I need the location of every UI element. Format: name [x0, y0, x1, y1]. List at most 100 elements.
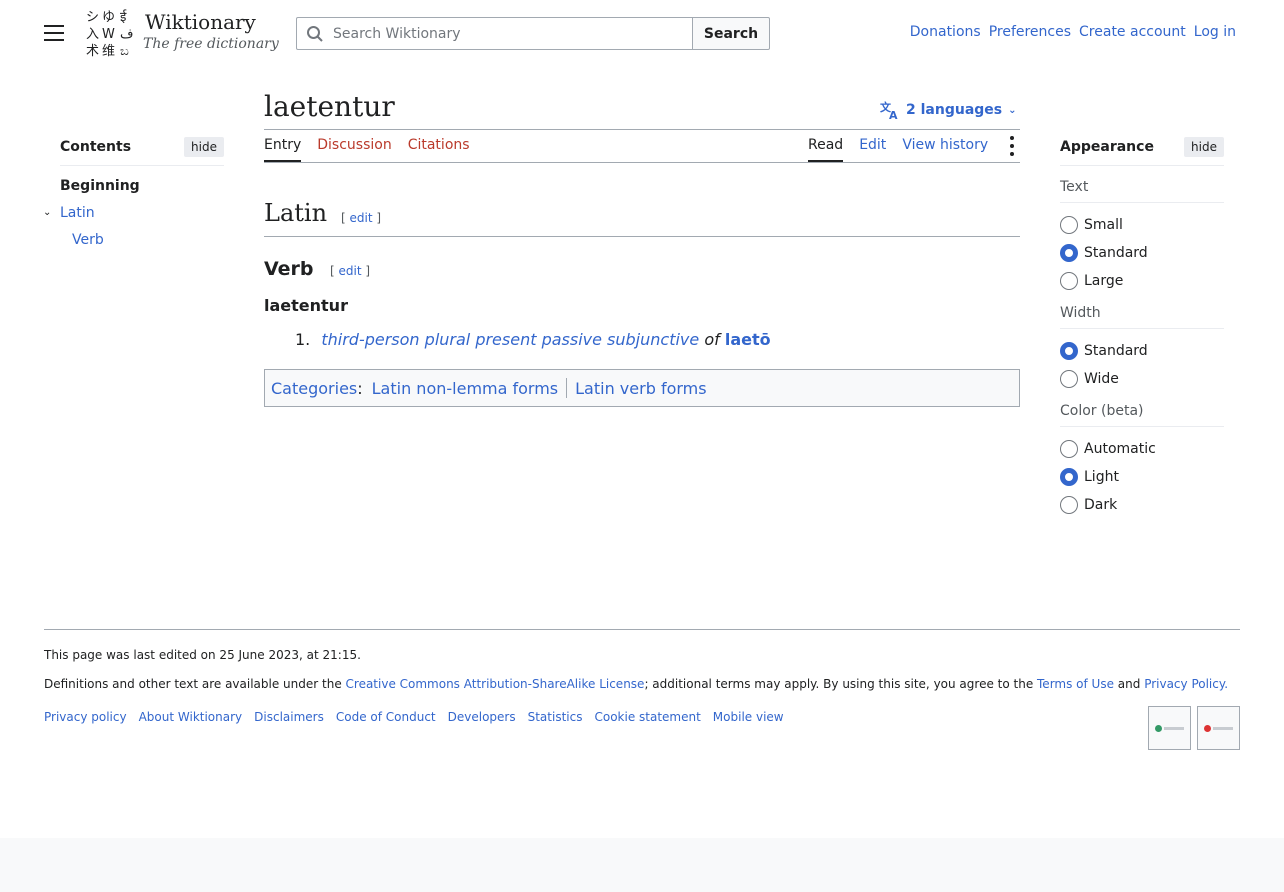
radio-button[interactable]	[1060, 370, 1078, 388]
radio-label: Light	[1084, 469, 1119, 485]
toc-item-label: Latin	[60, 205, 95, 221]
category-separator	[566, 378, 568, 398]
category-link[interactable]: Latin verb forms	[575, 379, 706, 398]
svg-text:ゆ: ゆ	[102, 10, 115, 25]
definition-item: 1. third-person plural present passive s…	[295, 330, 771, 349]
footer-link-privacy-policy[interactable]: Privacy policy	[44, 710, 127, 724]
privacy-policy-inline-link[interactable]: Privacy Policy.	[1144, 677, 1228, 691]
site-name[interactable]: Wiktionary	[145, 10, 256, 34]
lemma-link[interactable]: laetō	[725, 330, 771, 349]
search-box[interactable]	[296, 17, 693, 50]
radio-button[interactable]	[1060, 272, 1078, 290]
radio-color-light[interactable]: Light	[1060, 463, 1224, 491]
donations-link[interactable]: Donations	[910, 24, 981, 40]
radio-color-dark[interactable]: Dark	[1060, 491, 1224, 519]
appearance-hide-button[interactable]: hide	[1184, 137, 1224, 157]
section-edit-latin: [ edit ]	[341, 211, 381, 225]
tab-edit[interactable]: Edit	[859, 137, 886, 162]
footer-divider	[44, 629, 1240, 630]
radio-text-large[interactable]: Large	[1060, 267, 1224, 295]
radio-label: Large	[1084, 273, 1124, 289]
powered-by-mediawiki-badge[interactable]	[1197, 706, 1240, 750]
tabs-divider	[264, 162, 1020, 163]
chevron-down-icon[interactable]: ⌄	[43, 207, 51, 218]
more-actions-icon[interactable]	[1004, 134, 1020, 158]
language-button[interactable]: 文 A 2 languages ⌄	[880, 100, 1017, 120]
tab-entry[interactable]: Entry	[264, 137, 302, 162]
radio-text-standard[interactable]: Standard	[1060, 239, 1224, 267]
radio-button[interactable]	[1060, 244, 1078, 262]
footer-link-developers[interactable]: Developers	[448, 710, 516, 724]
license-text: and	[1113, 677, 1145, 691]
main-menu-button[interactable]	[44, 25, 64, 41]
edit-link[interactable]: edit	[350, 211, 373, 225]
svg-text:W: W	[102, 27, 115, 42]
definition-number: 1.	[295, 330, 311, 349]
license-text: ; additional terms may apply. By using t…	[644, 677, 1038, 691]
preferences-link[interactable]: Preferences	[989, 24, 1071, 40]
svg-text:シ: シ	[86, 10, 99, 25]
section-edit-verb: [ edit ]	[330, 264, 370, 278]
grammatical-form-link[interactable]: third-person plural present passive subj…	[321, 330, 699, 349]
wikimedia-foundation-badge[interactable]	[1148, 706, 1191, 750]
tab-discussion[interactable]: Discussion	[317, 137, 391, 162]
categories-colon: :	[357, 378, 363, 398]
radio-button[interactable]	[1060, 468, 1078, 486]
footer-link-statistics[interactable]: Statistics	[528, 710, 583, 724]
group-label: Width	[1060, 305, 1224, 329]
dot	[1010, 144, 1014, 148]
toc-hide-button[interactable]: hide	[184, 137, 224, 157]
svg-text:维: 维	[102, 44, 115, 58]
radio-color-automatic[interactable]: Automatic	[1060, 435, 1224, 463]
wikimedia-logo-icon	[1155, 724, 1184, 732]
category-link[interactable]: Latin non-lemma forms	[372, 379, 559, 398]
radio-button[interactable]	[1060, 342, 1078, 360]
radio-button[interactable]	[1060, 440, 1078, 458]
site-tagline: The free dictionary	[143, 36, 279, 52]
wiktionary-logo-icon[interactable]: シゆई 入Wف 术维ಬ	[84, 8, 136, 58]
namespace-tabs: Entry Discussion Citations	[264, 137, 470, 162]
heading-divider	[264, 236, 1020, 237]
edit-bracket-close: ]	[376, 211, 382, 225]
translate-icon: 文 A	[880, 100, 898, 120]
footer-link-disclaimers[interactable]: Disclaimers	[254, 710, 324, 724]
footer-link-cookie-statement[interactable]: Cookie statement	[594, 710, 700, 724]
log-in-link[interactable]: Log in	[1194, 24, 1236, 40]
tab-citations[interactable]: Citations	[408, 137, 470, 162]
search-input[interactable]	[331, 18, 686, 49]
appearance-header: Appearance hide	[1060, 137, 1224, 166]
last-edited-info: This page was last edited on 25 June 202…	[44, 648, 361, 662]
radio-text-small[interactable]: Small	[1060, 211, 1224, 239]
dot	[1010, 152, 1014, 156]
cc-license-link[interactable]: Creative Commons Attribution-ShareAlike …	[346, 677, 645, 691]
tab-read[interactable]: Read	[808, 137, 844, 162]
radio-label: Standard	[1084, 245, 1148, 261]
svg-text:A: A	[889, 109, 898, 120]
footer-link-about[interactable]: About Wiktionary	[139, 710, 243, 724]
search-icon	[307, 26, 323, 42]
radio-label: Wide	[1084, 371, 1119, 387]
svg-text:入: 入	[86, 27, 99, 42]
tab-view-history[interactable]: View history	[902, 137, 988, 162]
categories-label[interactable]: Categories	[271, 379, 357, 398]
footer-link-mobile-view[interactable]: Mobile view	[713, 710, 784, 724]
search-button[interactable]: Search	[692, 17, 770, 50]
svg-text:ف: ف	[120, 27, 133, 42]
toc-item-verb[interactable]: Verb	[72, 232, 224, 248]
footer-link-code-of-conduct[interactable]: Code of Conduct	[336, 710, 436, 724]
radio-label: Automatic	[1084, 441, 1156, 457]
edit-link[interactable]: edit	[339, 264, 362, 278]
terms-of-use-link[interactable]: Terms of Use	[1037, 677, 1114, 691]
radio-width-standard[interactable]: Standard	[1060, 337, 1224, 365]
radio-width-wide[interactable]: Wide	[1060, 365, 1224, 393]
svg-text:术: 术	[86, 44, 99, 58]
create-account-link[interactable]: Create account	[1079, 24, 1186, 40]
text-size-group: Text Small Standard Large	[1060, 179, 1224, 295]
language-heading: Latin	[264, 199, 328, 227]
toc-item-latin[interactable]: ⌄ Latin	[43, 205, 224, 221]
radio-button[interactable]	[1060, 216, 1078, 234]
definition-of: of	[704, 330, 720, 349]
radio-button[interactable]	[1060, 496, 1078, 514]
title-divider	[264, 129, 1020, 130]
toc-item-beginning[interactable]: Beginning	[60, 178, 224, 194]
